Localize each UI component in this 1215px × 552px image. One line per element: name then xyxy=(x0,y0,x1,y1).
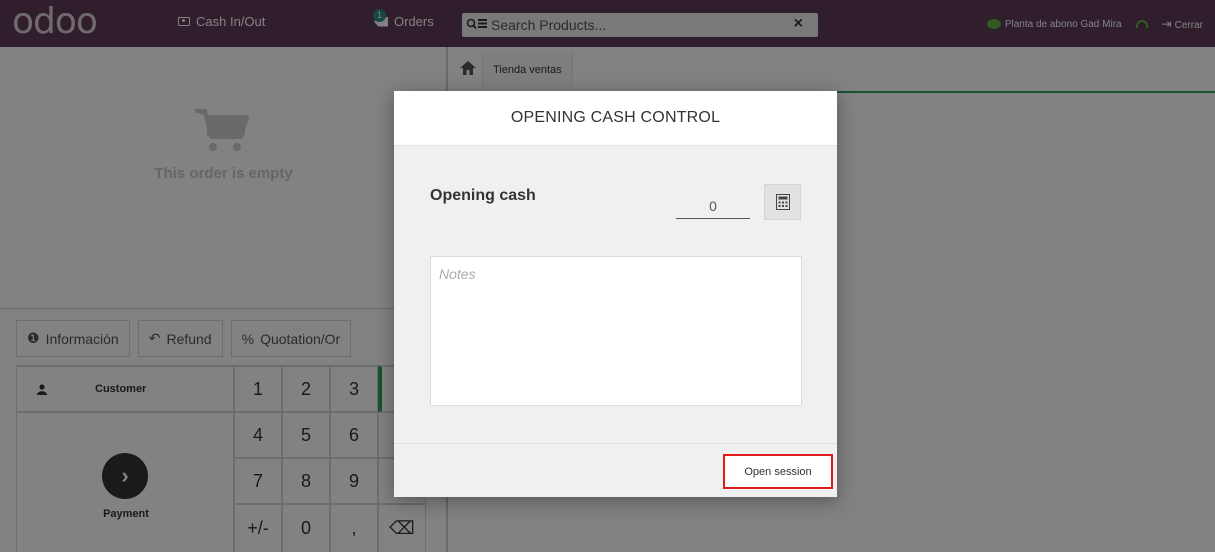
open-session-button[interactable]: Open session xyxy=(723,454,833,489)
notes-textarea[interactable] xyxy=(430,256,802,406)
opening-cash-control-dialog: OPENING CASH CONTROL Opening cash Open s… xyxy=(394,91,837,497)
calculator-icon xyxy=(775,194,790,210)
dialog-title: OPENING CASH CONTROL xyxy=(394,91,837,146)
calculator-button[interactable] xyxy=(764,184,801,220)
dialog-footer: Open session xyxy=(394,443,837,497)
opening-cash-label: Opening cash xyxy=(430,187,536,204)
opening-cash-input[interactable] xyxy=(676,193,750,219)
